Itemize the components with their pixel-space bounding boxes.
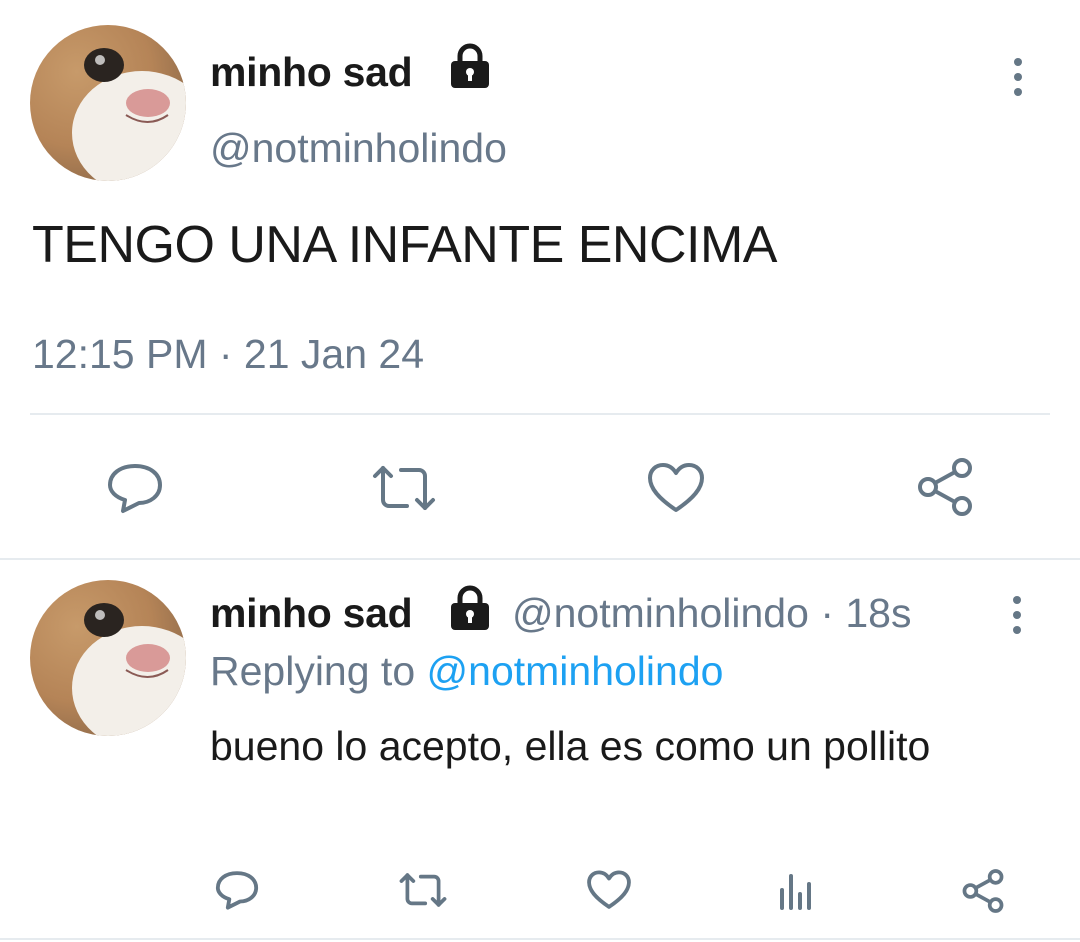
reply-text: bueno lo acepto, ella es como un pollito xyxy=(210,723,931,769)
reply-more-options-icon[interactable] xyxy=(1007,596,1027,634)
reply-avatar[interactable] xyxy=(30,580,186,736)
handle[interactable]: @notminholindo xyxy=(210,125,507,172)
share-icon[interactable] xyxy=(958,866,1008,916)
lock-icon xyxy=(446,584,494,632)
like-icon[interactable] xyxy=(584,866,634,914)
more-options-icon[interactable] xyxy=(1008,58,1028,96)
retweet-icon[interactable] xyxy=(369,460,439,516)
share-icon[interactable] xyxy=(912,456,978,518)
tweet-text: TENGO UNA INFANTE ENCIMA xyxy=(32,216,777,274)
replying-to-label: Replying to xyxy=(210,648,427,694)
replying-to: Replying to @notminholindo xyxy=(210,648,723,695)
bottom-divider xyxy=(0,938,1080,940)
tweet-timestamp[interactable]: 12:15 PM · 21 Jan 24 xyxy=(32,331,424,378)
reply-time: · 18s xyxy=(808,590,912,636)
reply-handle-and-time[interactable]: @notminholindo · 18s xyxy=(512,590,911,637)
divider xyxy=(30,413,1050,415)
avatar[interactable] xyxy=(30,25,186,181)
lock-icon xyxy=(446,42,494,90)
section-divider xyxy=(0,558,1080,560)
retweet-icon[interactable] xyxy=(396,868,450,912)
reply-display-name[interactable]: minho sad xyxy=(210,590,413,637)
reply-icon[interactable] xyxy=(102,458,168,518)
like-icon[interactable] xyxy=(644,458,708,518)
display-name[interactable]: minho sad xyxy=(210,49,413,96)
replying-to-mention[interactable]: @notminholindo xyxy=(427,648,724,694)
reply-icon[interactable] xyxy=(212,866,262,914)
analytics-icon[interactable] xyxy=(774,868,818,914)
reply-handle[interactable]: @notminholindo xyxy=(512,590,809,636)
